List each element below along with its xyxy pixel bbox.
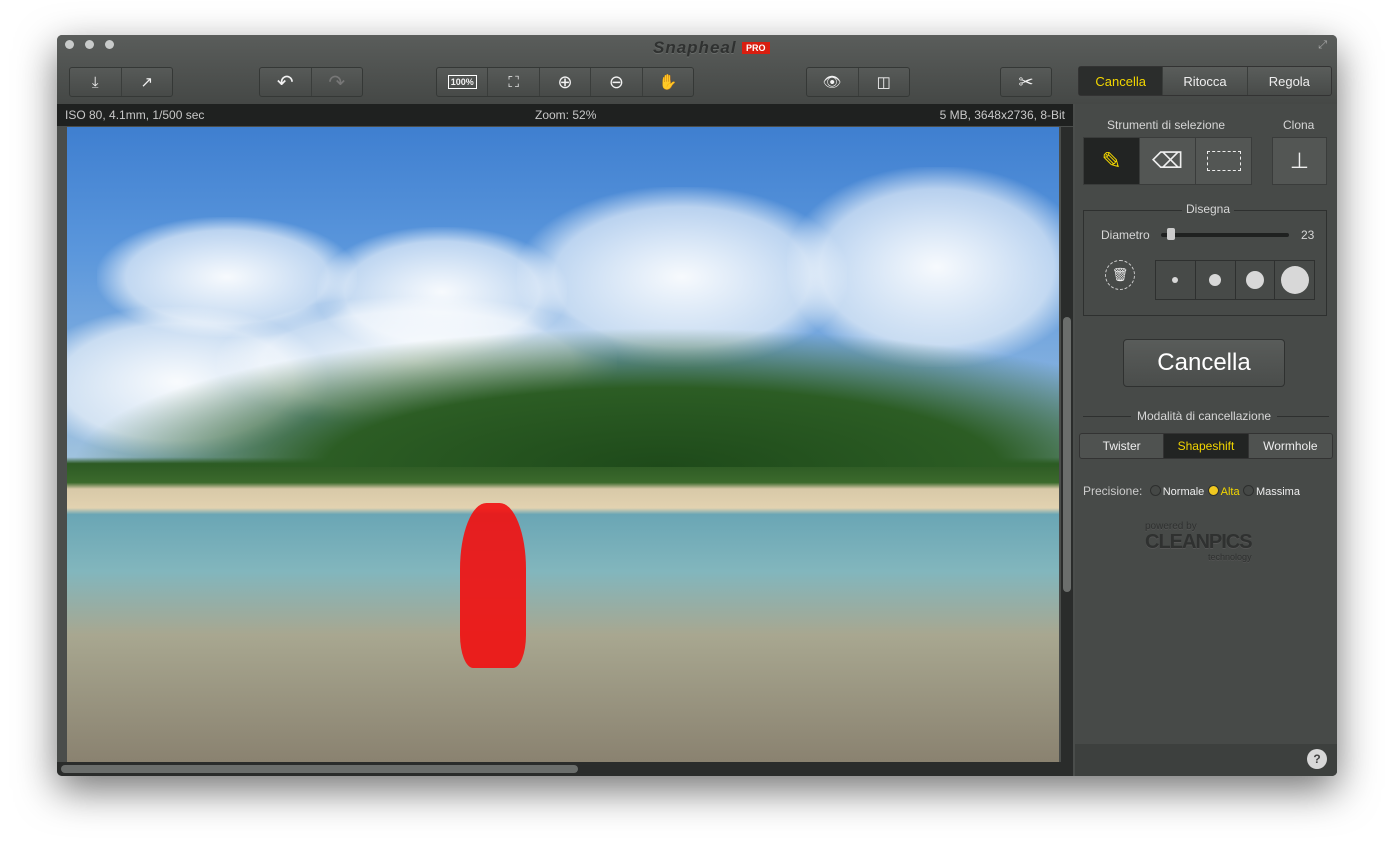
- file-info: 5 MB, 3648x2736, 8-Bit: [939, 108, 1065, 122]
- palm-trees: [67, 327, 1059, 467]
- info-bar: ISO 80, 4.1mm, 1/500 sec Zoom: 52% 5 MB,…: [57, 104, 1073, 126]
- precision-label: Precisione:: [1083, 484, 1143, 498]
- zoom-window-button[interactable]: [105, 40, 114, 49]
- minimize-window-button[interactable]: [85, 40, 94, 49]
- selection-tools-title: Strumenti di selezione: [1107, 118, 1226, 132]
- draw-title: Disegna: [1182, 202, 1235, 216]
- lasso-tool-button[interactable]: [1195, 137, 1252, 185]
- horizontal-scrollbar[interactable]: [57, 762, 1073, 776]
- diameter-value: 23: [1301, 228, 1315, 242]
- precision-row: Precisione: Normale Alta Massima: [1083, 484, 1300, 498]
- help-button[interactable]: ?: [1307, 749, 1327, 769]
- cleanpics-logo: powered by CLEANPICS technology: [1145, 521, 1253, 562]
- fit-to-window-button[interactable]: ⛶: [488, 68, 540, 96]
- exif-info: ISO 80, 4.1mm, 1/500 sec: [65, 108, 205, 122]
- brush-size-large[interactable]: [1236, 261, 1276, 299]
- vertical-scrollbar[interactable]: [1061, 127, 1073, 762]
- mode-tabs: Cancella Ritocca Regola: [1078, 66, 1332, 96]
- lasso-icon: [1206, 151, 1241, 171]
- precision-massima[interactable]: Massima: [1242, 485, 1300, 498]
- panel-footer: [1075, 744, 1337, 776]
- brush-size-xlarge[interactable]: [1275, 261, 1314, 299]
- clear-selection-trash-icon[interactable]: 🗑: [1105, 260, 1135, 290]
- precision-normale[interactable]: Normale: [1149, 485, 1204, 498]
- toolbar: Snapheal PRO ⤢ ⤓ ↗ ↶ ↷ 100% ⛶ ⊕ ⊖ ✋ 👁 ◫ …: [57, 35, 1337, 104]
- brush-size-presets: [1155, 260, 1315, 300]
- preview-eye-button[interactable]: 👁: [807, 68, 859, 96]
- eraser-icon: ⌫: [1151, 148, 1184, 173]
- precision-alta[interactable]: Alta: [1207, 485, 1240, 498]
- pro-badge: PRO: [742, 42, 770, 54]
- tab-regola[interactable]: Regola: [1248, 67, 1331, 95]
- import-button[interactable]: ⤓: [70, 68, 122, 96]
- slider-handle[interactable]: [1167, 228, 1175, 240]
- close-window-button[interactable]: [65, 40, 74, 49]
- stamp-icon: ⊥: [1289, 148, 1310, 173]
- erase-mode-selector: Twister Shapeshift Wormhole: [1079, 433, 1333, 459]
- tab-cancella[interactable]: Cancella: [1079, 67, 1164, 95]
- clone-stamp-button[interactable]: ⊥: [1272, 137, 1327, 185]
- zoom-level: Zoom: 52%: [535, 108, 597, 122]
- brush-size-medium[interactable]: [1196, 261, 1236, 299]
- brush-tool-button[interactable]: ✎: [1083, 137, 1140, 185]
- app-window: Snapheal PRO ⤢ ⤓ ↗ ↶ ↷ 100% ⛶ ⊕ ⊖ ✋ 👁 ◫ …: [57, 35, 1337, 776]
- zoom-in-button[interactable]: ⊕: [540, 68, 592, 96]
- photo-canvas[interactable]: [67, 127, 1059, 762]
- side-panel: Strumenti di selezione Clona ✎ ⌫ ⊥ Diseg…: [1075, 104, 1337, 776]
- export-button[interactable]: ↗: [122, 68, 173, 96]
- eraser-tool-button[interactable]: ⌫: [1139, 137, 1196, 185]
- pan-hand-button[interactable]: ✋: [643, 68, 693, 96]
- diameter-slider[interactable]: [1161, 228, 1289, 240]
- mode-twister[interactable]: Twister: [1080, 434, 1165, 458]
- mode-shapeshift[interactable]: Shapeshift: [1164, 434, 1249, 458]
- mode-wormhole[interactable]: Wormhole: [1249, 434, 1332, 458]
- app-title: Snapheal: [653, 38, 737, 57]
- redo-button[interactable]: ↷: [312, 68, 363, 96]
- actual-size-button[interactable]: 100%: [437, 68, 489, 96]
- zoom-out-button[interactable]: ⊖: [591, 68, 643, 96]
- erase-button[interactable]: Cancella: [1123, 339, 1285, 387]
- brush-size-small[interactable]: [1156, 261, 1196, 299]
- clone-title: Clona: [1283, 118, 1315, 132]
- erase-mode-title: Modalità di cancellazione: [1131, 409, 1278, 423]
- selection-mask: [460, 503, 526, 668]
- brush-icon: ✎: [1101, 147, 1122, 175]
- fullscreen-icon[interactable]: ⤢: [1318, 39, 1327, 52]
- diameter-label: Diametro: [1101, 228, 1150, 242]
- tab-ritocca[interactable]: Ritocca: [1163, 67, 1248, 95]
- crop-scissors-button[interactable]: ✂: [1001, 68, 1051, 96]
- compare-button[interactable]: ◫: [859, 68, 910, 96]
- undo-button[interactable]: ↶: [260, 68, 312, 96]
